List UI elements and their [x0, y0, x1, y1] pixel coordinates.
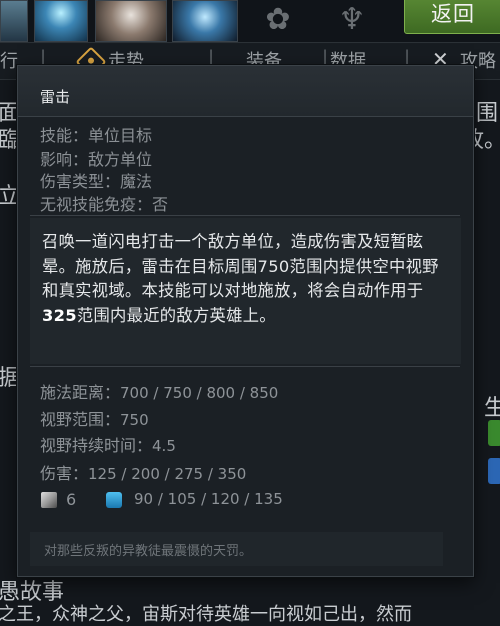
divider	[30, 215, 460, 216]
hero-portrait[interactable]	[95, 0, 167, 42]
divider	[30, 366, 460, 367]
stat-value: 魔法	[120, 172, 153, 191]
lore-box: 对那些反叛的异教徒最震慑的天罚。	[30, 532, 443, 566]
story-text: 之王，众神之父，宙斯对待英雄一向视如己出，然而	[0, 604, 412, 625]
ability-description: 召唤一道闪电打击一个敌方单位，造成伤害及短暂眩晕。施放后，雷击在目标周围750范…	[42, 232, 439, 325]
value-text: 750	[120, 411, 149, 429]
hero-portrait[interactable]	[34, 0, 88, 42]
cooldown-value: 6	[66, 490, 77, 509]
stat-row: 影响：敌方单位	[40, 146, 152, 170]
side-button[interactable]	[488, 458, 500, 484]
stat-label: 伤害类型：	[40, 172, 121, 191]
attribute-icon: ♆	[338, 2, 366, 37]
mana-icon	[106, 492, 122, 508]
value-text: 125 / 200 / 275 / 350	[88, 465, 247, 483]
stat-value: 单位目标	[88, 126, 153, 145]
lore-text: 对那些反叛的异教徒最震慑的天罚。	[44, 544, 253, 559]
value-label: 伤害：	[40, 464, 89, 483]
stat-value: 敌方单位	[88, 150, 153, 169]
return-button[interactable]: 返回	[404, 0, 500, 34]
hero-portrait[interactable]	[0, 0, 28, 42]
mana-cost: 90 / 105 / 120 / 135	[134, 490, 283, 508]
value-text: 700 / 750 / 800 / 850	[120, 384, 279, 402]
value-label: 施法距离：	[40, 383, 121, 402]
stat-label: 无视技能免疫：	[40, 195, 153, 214]
stat-row: 无视技能免疫：否	[40, 191, 168, 215]
value-label: 视野范围：	[40, 410, 121, 429]
description-box: 召唤一道闪电打击一个敌方单位，造成伤害及短暂眩晕。施放后，雷击在目标周围750范…	[30, 218, 461, 364]
stat-row: 技能：单位目标	[40, 122, 152, 146]
value-row: 视野持续时间：4.5	[40, 432, 176, 456]
attribute-icon: ✿	[265, 2, 291, 37]
stat-row: 伤害类型：魔法	[40, 168, 152, 192]
ability-name: 雷击	[40, 88, 71, 106]
value-row: 视野范围：750	[40, 406, 149, 430]
side-button[interactable]	[488, 420, 500, 446]
value-row: 伤害：125 / 200 / 275 / 350	[40, 460, 246, 484]
ability-tooltip: 雷击 技能：单位目标 影响：敌方单位 伤害类型：魔法 无视技能免疫：否 召唤一道…	[17, 65, 474, 577]
stat-label: 技能：	[40, 126, 89, 145]
tab-partial[interactable]: 行	[0, 47, 18, 73]
stat-value: 否	[152, 195, 169, 214]
tooltip-header: 雷击	[18, 66, 473, 117]
value-text: 4.5	[152, 437, 176, 455]
stat-label: 影响：	[40, 150, 89, 169]
value-row: 施法距离：700 / 750 / 800 / 850	[40, 379, 278, 403]
hero-portrait[interactable]	[172, 0, 238, 42]
value-label: 视野持续时间：	[40, 436, 153, 455]
bg-text: 生	[484, 396, 500, 421]
cooldown-icon	[41, 492, 57, 508]
